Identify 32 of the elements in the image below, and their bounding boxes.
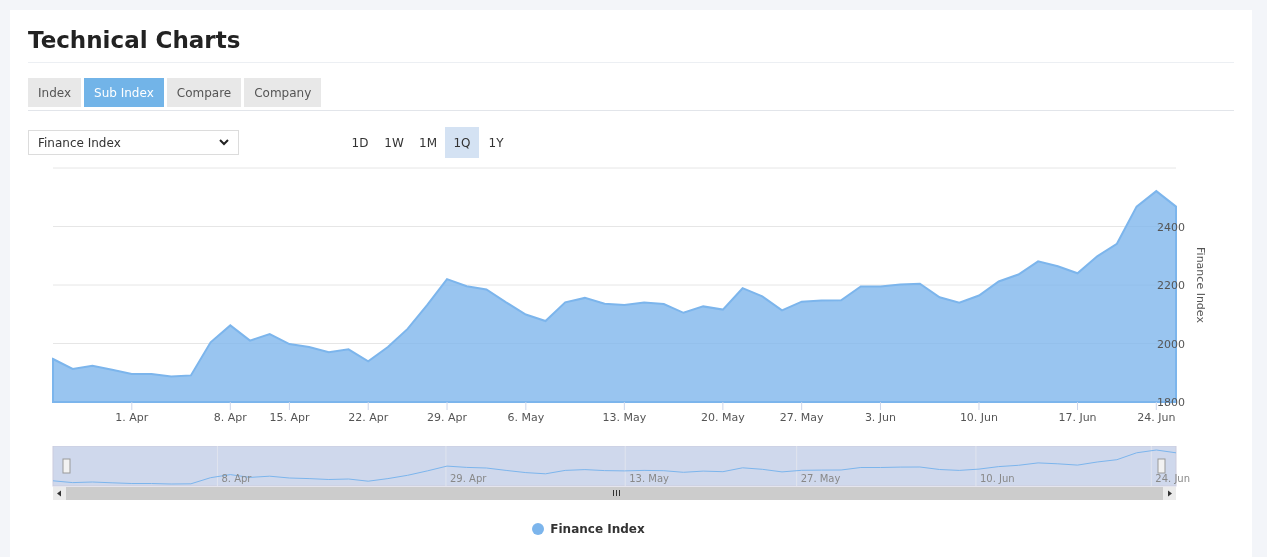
navigator-label: 13. May [629, 473, 670, 484]
tab[interactable]: Company [244, 78, 322, 107]
range-handle[interactable] [1157, 458, 1166, 474]
navigator-label: 8. Apr [221, 473, 252, 484]
scrollbar[interactable] [66, 487, 1163, 500]
chevron-down-icon [219, 139, 229, 146]
navigator-label: 27. May [800, 473, 841, 484]
x-axis-label: 24. Jun [1137, 411, 1176, 424]
navigator-label: 29. Apr [450, 473, 487, 484]
x-axis-label: 8. Apr [213, 411, 247, 424]
page-title: Technical Charts [28, 26, 241, 55]
navigator-label: 10. Jun [979, 473, 1015, 484]
legend-label[interactable]: Finance Index [550, 520, 645, 538]
range-handle[interactable] [62, 458, 71, 474]
x-axis-label: 29. Apr [427, 411, 468, 424]
range-button[interactable]: 1Q [445, 127, 479, 158]
x-axis-label: 10. Jun [959, 411, 999, 424]
x-axis-label: 22. Apr [348, 411, 389, 424]
x-axis-label: 6. May [507, 411, 545, 424]
x-axis-label: 3. Jun [864, 411, 897, 424]
x-axis-label: 20. May [701, 411, 745, 424]
y-axis-title: Finance Index [1194, 247, 1207, 323]
index-select[interactable]: Finance Index [28, 130, 239, 155]
x-axis-label: 13. May [602, 411, 647, 424]
navigator-label: 24. Jun [1155, 473, 1190, 484]
x-axis-label: 27. May [779, 411, 824, 424]
tab[interactable]: Compare [166, 78, 242, 107]
tab[interactable]: Index [28, 78, 82, 107]
x-axis-label: 17. Jun [1058, 411, 1097, 424]
x-axis-label: 15. Apr [269, 411, 310, 424]
x-axis-label: 1. Apr [115, 411, 149, 424]
grip-icon [613, 490, 620, 496]
